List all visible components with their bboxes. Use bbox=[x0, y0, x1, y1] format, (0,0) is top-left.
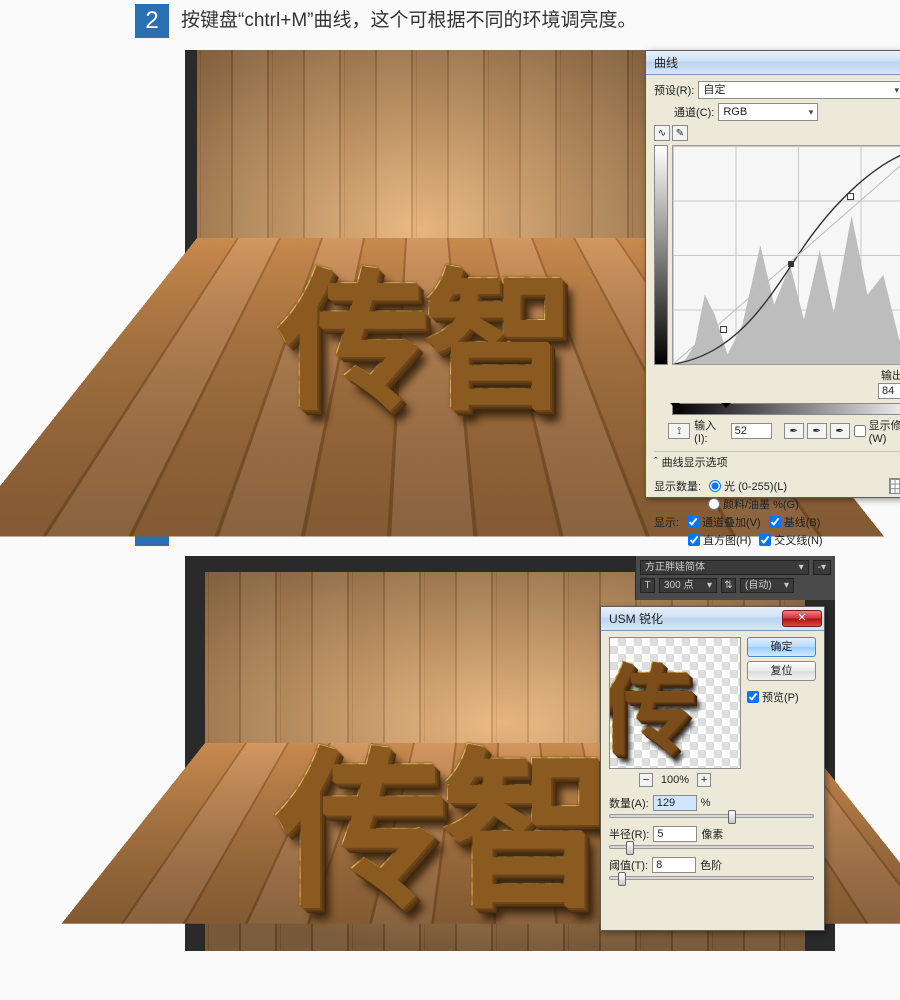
collapse-up-icon: ˆ bbox=[654, 456, 658, 468]
radius-unit: 像素 bbox=[701, 826, 723, 842]
font-family-dropdown[interactable]: 方正胖娃简体▾ bbox=[640, 560, 809, 575]
zoom-out-button[interactable]: − bbox=[639, 773, 653, 787]
chevron-down-icon: ▾ bbox=[894, 82, 899, 98]
screenshot-usm: 传智 方正胖娃简体▾ -▾ T 300 点▾ ⇅ (自动)▾ USM 锐化 ✕ … bbox=[185, 556, 835, 951]
dialog-titlebar[interactable]: USM 锐化 ✕ bbox=[601, 607, 824, 631]
amount-slider[interactable] bbox=[609, 814, 814, 818]
channel-label: 通道(C): bbox=[674, 104, 714, 120]
threshold-label: 阈值(T): bbox=[609, 857, 648, 873]
display-light-radio[interactable]: 光 (0-255)(L) bbox=[709, 478, 787, 494]
curve-display-options-toggle[interactable]: ˆ 曲线显示选项 bbox=[654, 451, 900, 472]
amount-label: 数量(A): bbox=[609, 795, 649, 811]
dialog-title: 曲线 bbox=[654, 54, 678, 71]
radius-slider[interactable] bbox=[609, 845, 814, 849]
show-clipping-checkbox[interactable]: 显示修剪(W) bbox=[854, 417, 900, 445]
usm-sharpen-dialog: USM 锐化 ✕ 传智 − 100% + 数量(A): 129 % bbox=[600, 606, 825, 931]
grid-coarse-icon[interactable] bbox=[889, 478, 900, 494]
curves-graph[interactable] bbox=[672, 145, 900, 365]
show-baseline-checkbox[interactable]: 基线(B) bbox=[769, 514, 821, 530]
eyedropper-gray-icon[interactable]: ✒ bbox=[807, 423, 827, 439]
preset-label: 预设(R): bbox=[654, 82, 694, 98]
show-channel-overlay-checkbox[interactable]: 通道叠加(V) bbox=[687, 514, 761, 530]
threshold-unit: 色阶 bbox=[700, 857, 722, 873]
radius-field[interactable]: 5 bbox=[653, 826, 697, 842]
reset-button[interactable]: 复位 bbox=[747, 661, 816, 681]
input-field[interactable]: 52 bbox=[731, 423, 772, 439]
threshold-slider[interactable] bbox=[609, 876, 814, 880]
radius-label: 半径(R): bbox=[609, 826, 649, 842]
leading-icon: ⇅ bbox=[721, 578, 736, 593]
show-label: 显示: bbox=[654, 514, 679, 530]
font-size-dropdown[interactable]: 300 点▾ bbox=[659, 578, 717, 593]
dialog-titlebar[interactable]: 曲线 ✕ bbox=[646, 51, 900, 75]
document-canvas: 传智 bbox=[197, 50, 647, 498]
display-amount-label: 显示数量: bbox=[654, 478, 701, 494]
zoom-value: 100% bbox=[661, 774, 689, 786]
chevron-down-icon: ▾ bbox=[821, 561, 826, 574]
curves-dialog: 曲线 ✕ 预设(R): 自定 ▾ ≡ 通道(C): RGB bbox=[645, 50, 900, 498]
step-2-text: 按键盘“chtrl+M”曲线，这个可根据不同的环境调亮度。 bbox=[181, 4, 636, 36]
pencil-tool-icon[interactable]: ✎ bbox=[672, 125, 688, 141]
output-gradient-bar bbox=[654, 145, 668, 365]
input-gradient-bar[interactable] bbox=[672, 403, 900, 415]
output-label: 输出(O): bbox=[881, 367, 900, 383]
eyedropper-black-icon[interactable]: ✒ bbox=[784, 423, 804, 439]
artwork-3d-text: 传智 bbox=[275, 692, 607, 938]
preset-value: 自定 bbox=[703, 82, 725, 98]
dialog-title: USM 锐化 bbox=[609, 610, 663, 627]
preview-checkbox[interactable]: 预览(P) bbox=[747, 689, 816, 705]
chevron-down-icon: ▾ bbox=[707, 579, 712, 592]
display-ink-radio[interactable]: 颜料/油墨 %(G) bbox=[708, 496, 799, 512]
close-icon[interactable]: ✕ bbox=[782, 610, 822, 627]
eyedropper-white-icon[interactable]: ✒ bbox=[830, 423, 850, 439]
artwork-3d-text: 传智 bbox=[277, 220, 569, 437]
leading-dropdown[interactable]: (自动)▾ bbox=[740, 578, 794, 593]
usm-preview[interactable]: 传智 bbox=[609, 637, 741, 769]
font-style-dropdown[interactable]: -▾ bbox=[813, 560, 831, 575]
show-histogram-checkbox[interactable]: 直方图(H) bbox=[688, 532, 751, 548]
chevron-down-icon: ▾ bbox=[799, 561, 804, 574]
threshold-field[interactable]: 8 bbox=[652, 857, 696, 873]
character-panel: 方正胖娃简体▾ -▾ T 300 点▾ ⇅ (自动)▾ bbox=[635, 556, 835, 600]
channel-dropdown[interactable]: RGB ▾ bbox=[718, 103, 818, 121]
zoom-in-button[interactable]: + bbox=[697, 773, 711, 787]
amount-field[interactable]: 129 bbox=[653, 795, 697, 811]
preset-dropdown[interactable]: 自定 ▾ bbox=[698, 81, 900, 99]
input-label: 输入(I): bbox=[694, 417, 727, 445]
curve-tool-icon[interactable]: ∿ bbox=[654, 125, 670, 141]
ok-button[interactable]: 确定 bbox=[747, 637, 816, 657]
font-size-icon: T bbox=[640, 578, 655, 593]
show-intersection-checkbox[interactable]: 交叉线(N) bbox=[759, 532, 822, 548]
chevron-down-icon: ▾ bbox=[809, 104, 814, 120]
amount-unit: % bbox=[701, 797, 711, 809]
channel-value: RGB bbox=[723, 104, 747, 120]
output-field[interactable]: 84 bbox=[878, 383, 900, 399]
target-adjust-icon[interactable]: ⟟ bbox=[668, 423, 690, 439]
chevron-down-icon: ▾ bbox=[784, 579, 789, 592]
screenshot-curves: 传智 曲线 ✕ 预设(R): 自定 ▾ ≡ 通道(C): bbox=[185, 50, 835, 498]
step-2-number: 2 bbox=[135, 4, 169, 38]
